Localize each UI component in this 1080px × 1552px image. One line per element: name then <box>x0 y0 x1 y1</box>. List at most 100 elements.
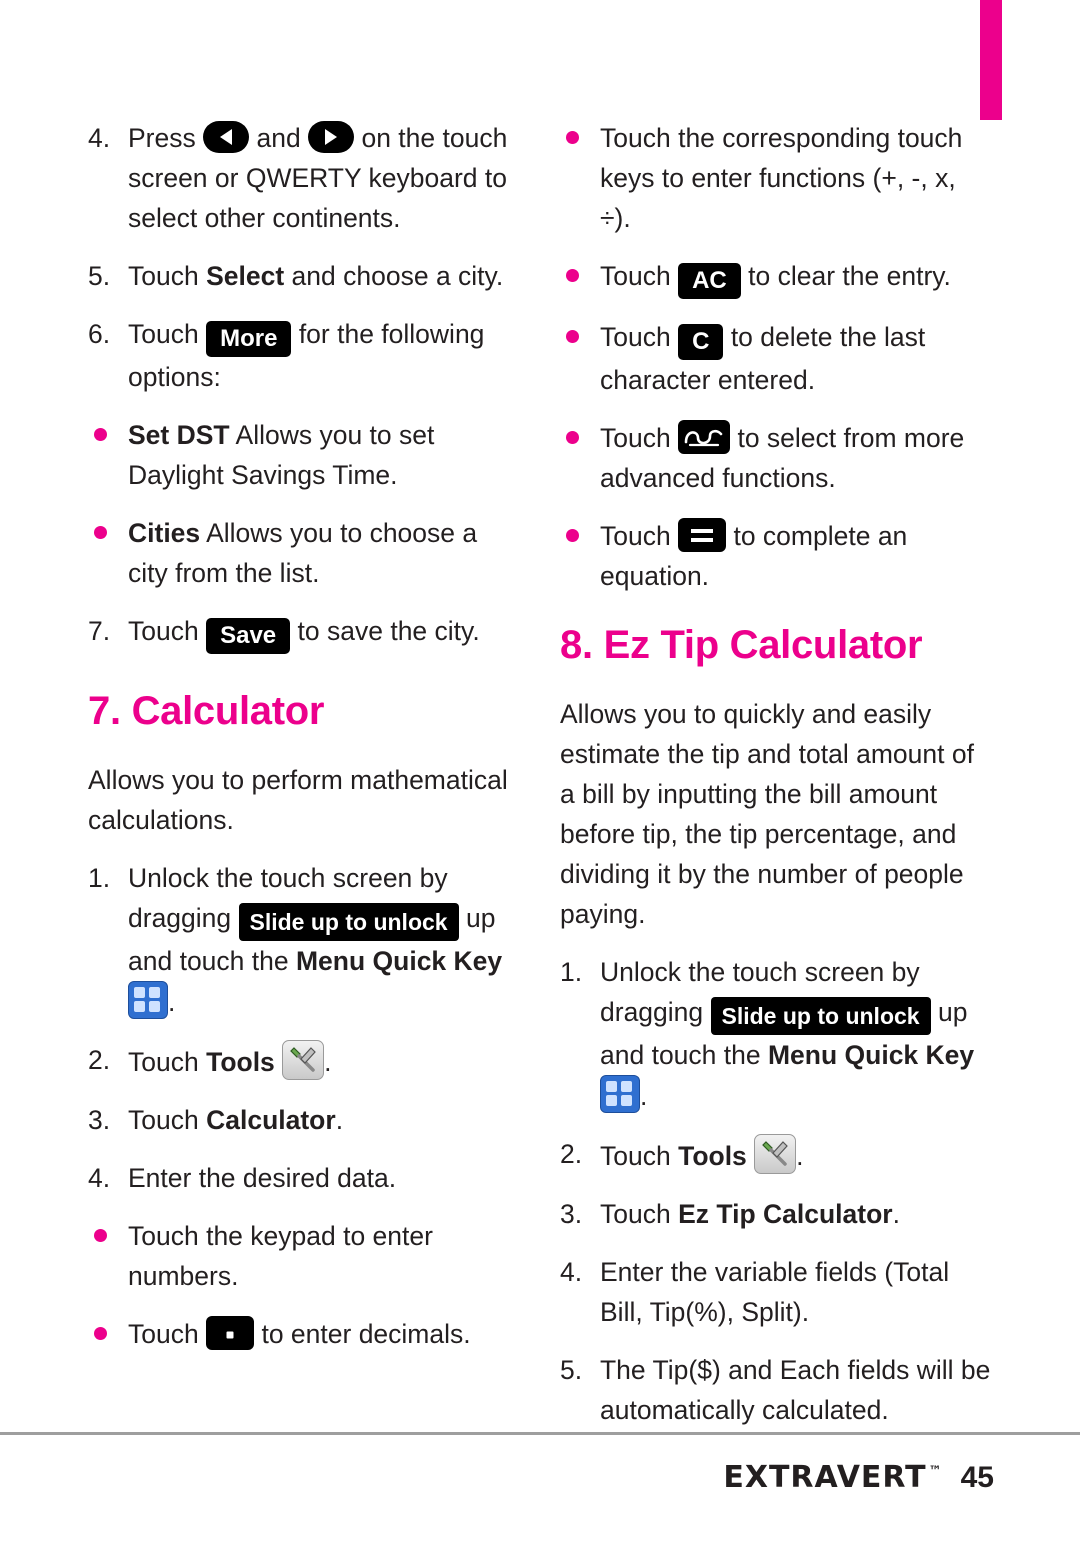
c-key-chip[interactable]: C <box>678 324 724 360</box>
bullet-ac-clear: Touch AC to clear the entry. <box>560 256 992 299</box>
step-number: 1. <box>88 863 111 893</box>
step-text-a: Touch <box>128 1047 199 1077</box>
footer-divider <box>0 1432 1080 1435</box>
bullet-text-a: Touch <box>600 322 671 352</box>
slide-up-to-unlock-chip[interactable]: Slide up to unlock <box>710 997 931 1035</box>
ez-tip-calculator-label: Ez Tip Calculator <box>678 1199 893 1229</box>
page-edge-tab <box>980 0 1002 120</box>
tools-icon[interactable] <box>754 1134 797 1174</box>
arrow-right-key-icon <box>308 121 355 153</box>
step-number: 5. <box>88 261 111 291</box>
menu-quick-key-icon[interactable] <box>600 1075 640 1113</box>
bullet-dot-icon <box>566 131 579 144</box>
select-label: Select <box>206 261 285 291</box>
section-heading-ez-tip-calculator: 8. Ez Tip Calculator <box>560 623 923 667</box>
menu-quick-key-label: Menu Quick Key <box>767 1040 975 1070</box>
step-text: Enter the desired data. <box>128 1163 397 1193</box>
step-5-select-city: 5. Touch Select and choose a city. <box>88 256 520 296</box>
arrow-left-key-icon <box>203 121 250 153</box>
step-text-b: . <box>892 1199 900 1229</box>
ac-key-chip[interactable]: AC <box>678 263 741 299</box>
step-text-b: . <box>796 1141 804 1171</box>
bullet-advanced-functions: Touch to select from more advanced funct… <box>560 418 992 498</box>
bullet-decimals: Touch to enter decimals. <box>88 1314 520 1354</box>
step-number: 4. <box>88 123 111 153</box>
calc-step-4-enter-data: 4. Enter the desired data. <box>88 1158 520 1198</box>
step-text-c: . <box>168 987 176 1017</box>
step-text-a: Press <box>128 123 196 153</box>
bullet-dot-icon <box>94 1327 107 1340</box>
brand-text: EXTRAVERT <box>723 1460 927 1495</box>
step-text-a: Touch <box>600 1141 671 1171</box>
bullet-set-dst: Set DST Allows you to set Daylight Savin… <box>88 415 520 495</box>
step-number: 6. <box>88 319 111 349</box>
bullet-equals-complete: Touch to complete an equation. <box>560 516 992 596</box>
bullet-dot-icon <box>94 1229 107 1242</box>
bullet-c-delete: Touch C to delete the last character ent… <box>560 317 992 400</box>
slide-up-to-unlock-chip[interactable]: Slide up to unlock <box>238 903 459 941</box>
step-text-a: Touch <box>128 261 199 291</box>
bullet-dot-icon <box>566 269 579 282</box>
tools-label: Tools <box>678 1141 747 1171</box>
equals-key-icon[interactable] <box>678 518 727 552</box>
bullet-text-a: Touch <box>600 521 671 551</box>
step-text-b: to save the city. <box>297 616 480 646</box>
menu-quick-key-icon[interactable] <box>128 981 168 1019</box>
step-text-c: . <box>640 1081 648 1111</box>
calculator-intro: Allows you to perform mathematical calcu… <box>88 765 508 835</box>
step-text-a: Touch <box>128 319 199 349</box>
bullet-text-a: Touch <box>600 423 671 453</box>
trademark-symbol: ™ <box>928 1464 943 1479</box>
tools-icon[interactable] <box>282 1040 325 1080</box>
manual-page: 4. Press and on the touch screen or QWERT… <box>0 118 1080 1448</box>
step-text-b: . <box>335 1105 344 1135</box>
bullet-text-b: to enter decimals. <box>261 1319 471 1349</box>
left-column: 4. Press and on the touch screen or QWERT… <box>88 118 520 1372</box>
step-4-continents: 4. Press and on the touch screen or QWERT… <box>88 118 520 238</box>
step-number: 3. <box>560 1199 583 1229</box>
calc-step-1-unlock: 1. Unlock the touch screen by dragging Sl… <box>88 858 520 1022</box>
save-button-chip[interactable]: Save <box>206 618 291 654</box>
section-heading-calculator: 7. Calculator <box>88 689 325 733</box>
brand-name: EXTRAVERT ™ <box>723 1460 942 1495</box>
step-number: 5. <box>560 1355 583 1385</box>
step-7-save-city: 7. Touch Save to save the city. <box>88 611 520 654</box>
bullet-cities: Cities Allows you to choose a city from … <box>88 513 520 593</box>
step-number: 7. <box>88 616 111 646</box>
tip-step-5-auto-calculated: 5. The Tip($) and Each fields will be aut… <box>560 1350 992 1430</box>
tip-step-1-unlock: 1. Unlock the touch screen by dragging Sl… <box>560 952 992 1116</box>
tip-step-2-tools: 2. Touch Tools . <box>560 1134 992 1176</box>
step-number: 1. <box>560 957 583 987</box>
step-text: The Tip($) and Each fields will be autom… <box>600 1355 991 1425</box>
step-number: 3. <box>88 1105 111 1135</box>
step-text-b: and choose a city. <box>291 261 504 291</box>
page-number: 45 <box>960 1461 994 1494</box>
calculator-label: Calculator <box>206 1105 336 1135</box>
bullet-touch-functions: Touch the corresponding touch keys to en… <box>560 118 992 238</box>
bullet-dot-icon <box>94 428 107 441</box>
tools-label: Tools <box>206 1047 275 1077</box>
menu-quick-key-label: Menu Quick Key <box>295 946 503 976</box>
step-text-a: Touch <box>128 616 199 646</box>
step-text-b: . <box>324 1047 332 1077</box>
bullet-text-a: Touch <box>600 261 671 291</box>
bullet-dot-icon <box>566 330 579 343</box>
calc-step-2-tools: 2. Touch Tools . <box>88 1040 520 1082</box>
step-number: 4. <box>88 1163 111 1193</box>
advanced-functions-key-icon[interactable] <box>678 420 731 454</box>
tip-step-4-variable-fields: 4. Enter the variable fields (Total Bill,… <box>560 1252 992 1332</box>
more-button-chip[interactable]: More <box>206 321 292 357</box>
step-text-b: and <box>256 123 301 153</box>
bullet-text-a: Touch <box>128 1319 199 1349</box>
decimal-point-key-icon[interactable] <box>206 1316 255 1350</box>
calc-step-3-calculator: 3. Touch Calculator. <box>88 1100 520 1140</box>
set-dst-label: Set DST <box>128 420 230 450</box>
step-text-a: Touch <box>600 1199 671 1229</box>
right-column: Touch the corresponding touch keys to en… <box>560 118 992 1448</box>
bullet-text: Touch the keypad to enter numbers. <box>128 1221 433 1291</box>
cities-label: Cities <box>128 518 201 548</box>
page-footer: EXTRAVERT ™ 45 <box>723 1460 994 1495</box>
bullet-keypad-numbers: Touch the keypad to enter numbers. <box>88 1216 520 1296</box>
bullet-dot-icon <box>566 529 579 542</box>
step-number: 2. <box>88 1045 111 1075</box>
